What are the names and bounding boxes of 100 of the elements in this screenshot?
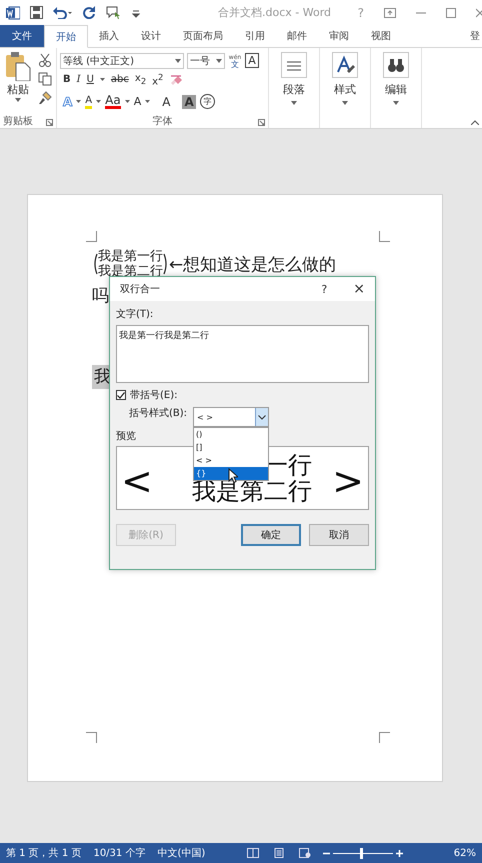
ribbon-tab[interactable]: 视图 <box>360 25 402 47</box>
ribbon-tab[interactable]: 页面布局 <box>172 25 234 47</box>
slider-thumb[interactable] <box>360 848 364 858</box>
font-size-dropdown[interactable]: 一号 <box>187 52 225 69</box>
checkmark-icon <box>117 392 125 398</box>
crop-mark <box>379 732 390 743</box>
dropdown-arrow-icon <box>100 78 105 82</box>
ribbon-tab[interactable]: 插入 <box>88 25 130 47</box>
dropdown-option[interactable]: {} <box>194 467 268 480</box>
print-layout-icon[interactable] <box>273 848 286 858</box>
dialog-title: 双行合一 <box>120 283 161 296</box>
ribbon-tab[interactable]: 设计 <box>130 25 172 47</box>
dropdown-option[interactable]: < > <box>194 454 268 467</box>
ribbon-button[interactable]: 样式 <box>332 52 358 105</box>
plus-icon <box>396 850 404 856</box>
dropdown-arrow-icon <box>15 98 21 102</box>
checkbox-label: 带括号(E): <box>130 388 178 402</box>
dialog-launcher-icon[interactable] <box>258 119 265 126</box>
group-label: 字体 <box>152 114 172 128</box>
dialog-button[interactable]: 取消 <box>309 524 370 546</box>
customize-icon[interactable] <box>132 8 140 18</box>
highlight-button[interactable]: A <box>85 94 92 109</box>
ribbon-tab[interactable]: 邮件 <box>276 25 318 47</box>
dropdown-arrow-icon <box>342 101 348 105</box>
page-count[interactable]: 第 1 页，共 1 页 <box>6 846 82 860</box>
word-count[interactable]: 10/31 个字 <box>93 846 146 860</box>
dropdown-arrow-icon <box>216 58 222 63</box>
italic-button[interactable]: I <box>76 74 81 86</box>
shading-button[interactable]: A <box>182 94 196 109</box>
dialog-launcher-icon[interactable] <box>46 118 53 126</box>
close-icon[interactable] <box>476 8 482 18</box>
binoculars-icon <box>383 52 409 78</box>
ribbon-tab[interactable]: 审阅 <box>318 25 360 47</box>
enclose-characters-button[interactable]: 字 <box>200 94 215 110</box>
read-mode-icon[interactable] <box>247 848 260 858</box>
bold-button[interactable]: B <box>63 74 71 86</box>
bracket-icon <box>92 253 98 275</box>
ribbon-display-icon[interactable] <box>384 8 396 18</box>
sign-in-link[interactable]: 登 <box>466 25 482 47</box>
clear-formatting-icon[interactable] <box>169 74 184 86</box>
styles-icon <box>332 52 358 78</box>
touch-mode-icon[interactable] <box>106 6 122 20</box>
grow-font-button[interactable]: A <box>162 94 170 109</box>
combined-text-line: 我是第一行 <box>98 249 163 264</box>
preview-bracket: > <box>332 461 364 501</box>
help-button[interactable]: ? <box>321 282 328 296</box>
superscript-button[interactable]: x$^{2}$ <box>152 72 164 88</box>
preview-bracket: < <box>121 461 153 501</box>
redo-icon[interactable] <box>83 6 96 19</box>
subscript-button[interactable]: x$_{2}$ <box>134 73 146 86</box>
save-icon[interactable] <box>30 6 43 19</box>
dropdown-arrow-icon <box>393 101 399 105</box>
ribbon-button[interactable]: 段落 <box>281 52 307 105</box>
dropdown-option[interactable]: [] <box>194 441 268 454</box>
font-color-button[interactable]: Aa <box>105 94 121 110</box>
ribbon-tab[interactable]: 引用 <box>234 25 276 47</box>
field-label: 文字(T): <box>116 308 154 321</box>
crop-mark <box>379 231 390 242</box>
word-logo-icon[interactable] <box>6 6 20 20</box>
clipboard-icon <box>5 51 31 81</box>
language-indicator[interactable]: 中文(中国) <box>157 846 206 860</box>
dropdown-arrow-icon <box>76 100 82 104</box>
dropdown-arrow-icon <box>175 58 181 63</box>
ribbon-button[interactable]: 编辑 <box>383 52 409 105</box>
copy-icon[interactable] <box>38 72 52 86</box>
collapse-ribbon-icon[interactable] <box>471 120 479 125</box>
dropdown-arrow-icon <box>96 100 102 104</box>
undo-icon[interactable] <box>53 6 73 19</box>
crop-mark <box>86 732 97 743</box>
zoom-level[interactable]: 62% <box>454 848 476 858</box>
font-name-dropdown[interactable]: 等线 (中文正文) <box>60 52 184 69</box>
file-tab[interactable]: 文件 <box>0 25 44 47</box>
change-case-button[interactable]: A <box>134 95 142 108</box>
paragraph-icon <box>281 52 307 78</box>
group-label: 剪贴板 <box>3 114 33 128</box>
dropdown-option[interactable]: () <box>194 428 268 441</box>
checkbox[interactable] <box>116 390 126 400</box>
crop-mark <box>86 231 97 242</box>
text-effects-button[interactable]: A <box>63 94 72 109</box>
dropdown-button[interactable] <box>255 408 268 426</box>
dropdown-arrow-icon <box>124 100 130 104</box>
dropdown-arrow-icon <box>145 100 150 104</box>
zoom-slider[interactable] <box>323 850 404 856</box>
dropdown-arrow-icon <box>291 101 297 105</box>
cut-icon[interactable] <box>38 53 52 67</box>
strikethrough-button[interactable]: abc <box>110 74 129 86</box>
ribbon-tab[interactable]: 开始 <box>44 25 88 48</box>
window-title: 合并文档.docx - Word <box>217 5 332 20</box>
close-button[interactable]: × <box>353 281 365 297</box>
bracket-icon <box>163 253 169 275</box>
field-label: 括号样式(B): <box>129 406 188 420</box>
text-field[interactable]: 我是第一行我是第二行 <box>116 325 369 383</box>
underline-button[interactable]: U <box>86 74 94 86</box>
paste-button[interactable]: 粘贴 <box>3 51 33 114</box>
web-layout-icon[interactable] <box>299 848 312 858</box>
document-text: 吗 <box>92 285 109 307</box>
maximize-icon[interactable] <box>446 8 456 18</box>
paintbrush-icon[interactable] <box>38 91 52 105</box>
character-border-button[interactable]: A <box>245 53 259 68</box>
dialog-button[interactable]: 确定 <box>240 524 302 546</box>
